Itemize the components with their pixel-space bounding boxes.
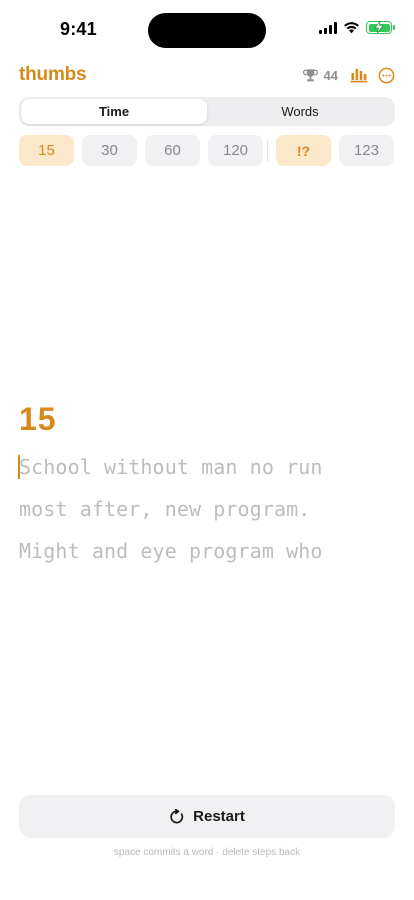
text-caret	[18, 455, 20, 479]
trophy-icon	[302, 68, 318, 81]
word-line-text: School without man no run	[19, 455, 323, 479]
app-title: thumbs	[19, 64, 87, 85]
cellular-signal-icon	[319, 21, 337, 34]
stats-icon[interactable]	[350, 67, 368, 83]
restart-icon	[170, 808, 184, 823]
options-divider	[267, 139, 268, 162]
header-actions: 44	[302, 67, 395, 84]
restart-label: Restart	[193, 808, 245, 825]
keyboard-hint: space commits a word · delete steps back	[113, 847, 301, 858]
test-options: 15 30 60 120 !? 123	[19, 135, 395, 166]
punctuation-toggle[interactable]: !?	[276, 135, 331, 166]
status-icons	[319, 21, 395, 34]
mode-segmented-control: Time Words	[19, 97, 395, 126]
word-line: School without man no run	[18, 446, 399, 488]
trophy-count: 44	[323, 67, 338, 83]
dynamic-island	[148, 13, 266, 48]
typing-area[interactable]: School without man no run most after, ne…	[18, 446, 399, 572]
numbers-toggle[interactable]: 123	[339, 135, 394, 166]
restart-button[interactable]: Restart	[19, 795, 395, 838]
word-line: Might and eye program who	[19, 539, 323, 563]
charging-bolt-icon	[374, 21, 384, 33]
tab-words[interactable]: Words	[207, 99, 393, 124]
countdown-timer: 15	[19, 401, 57, 437]
duration-120-button[interactable]: 120	[208, 135, 263, 166]
duration-15-button[interactable]: 15	[19, 135, 74, 166]
status-time: 9:41	[60, 19, 97, 39]
app-header: thumbs 44	[19, 62, 395, 88]
more-icon[interactable]	[378, 67, 395, 84]
status-bar: 9:41	[0, 0, 414, 60]
word-line: most after, new program.	[19, 497, 311, 521]
wifi-icon	[344, 22, 359, 34]
battery-icon	[366, 21, 395, 34]
duration-30-button[interactable]: 30	[82, 135, 137, 166]
duration-60-button[interactable]: 60	[145, 135, 200, 166]
tab-time[interactable]: Time	[21, 99, 207, 124]
